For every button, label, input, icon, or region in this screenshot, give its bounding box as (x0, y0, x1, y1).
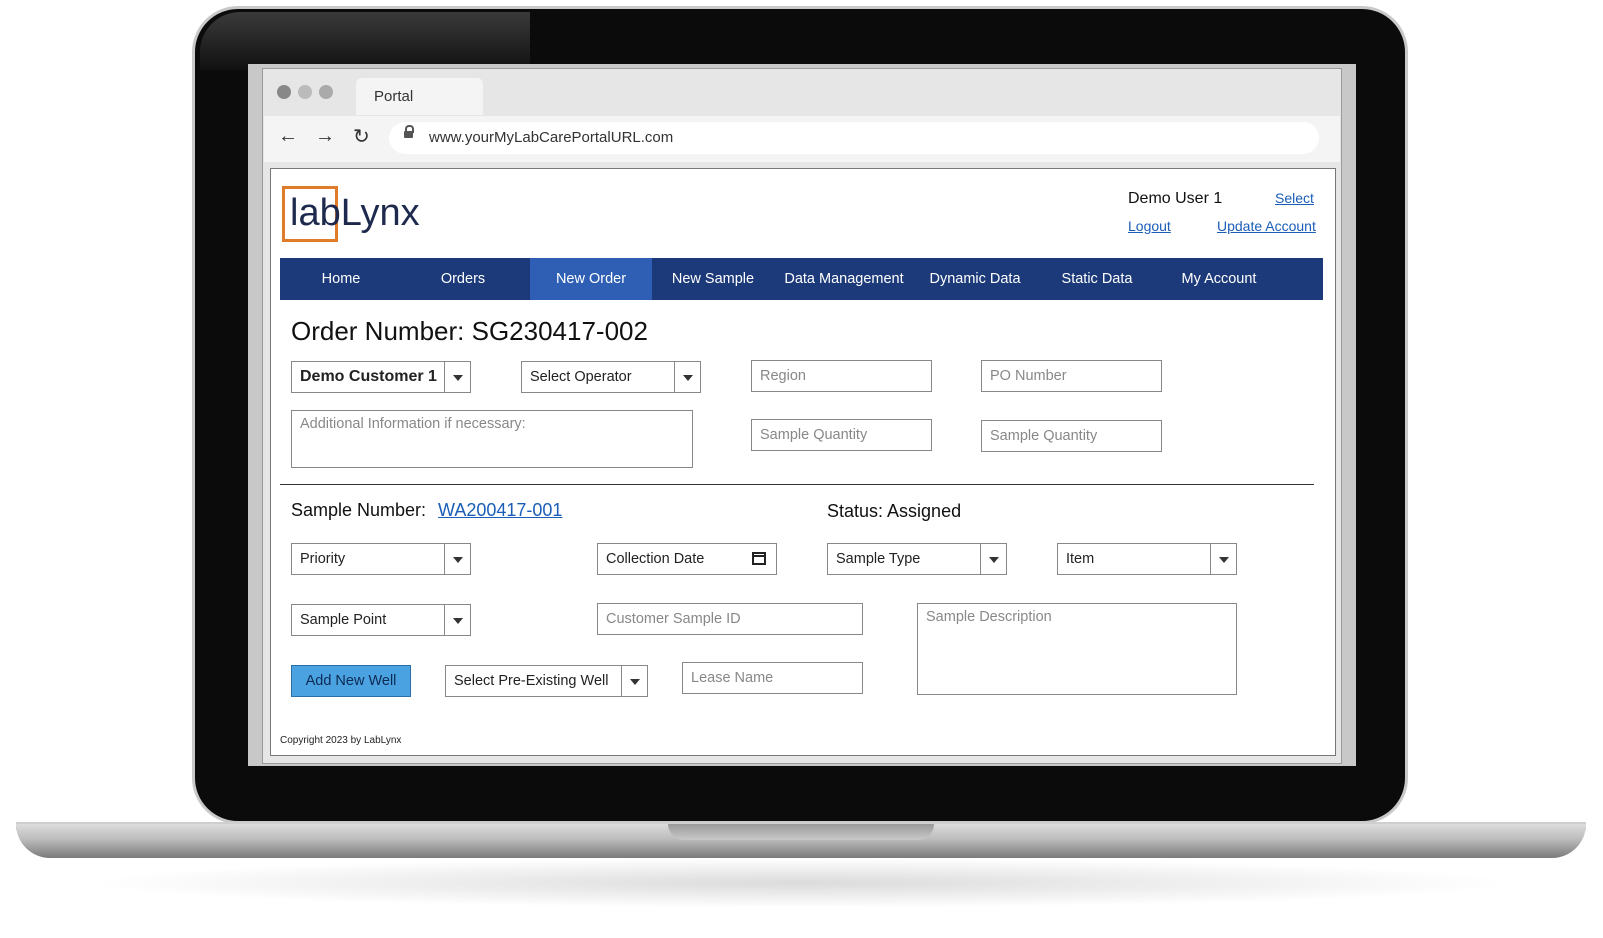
chevron-down-icon (980, 544, 1006, 574)
order-number-title: Order Number: SG230417-002 (291, 316, 648, 346)
window-minimize-dot[interactable] (298, 85, 312, 99)
laptop-lid-shine (200, 12, 530, 70)
customer-select[interactable]: Demo Customer 1 (291, 361, 471, 393)
sample-number-label: Sample Number: (291, 500, 427, 520)
sample-number-link[interactable]: WA200417-001 (438, 500, 562, 521)
lock-icon (404, 125, 414, 138)
priority-select[interactable]: Priority (291, 543, 471, 575)
window-maximize-dot[interactable] (319, 85, 333, 99)
sample-description-textarea[interactable]: Sample Description (917, 603, 1237, 695)
laptop-shadow (80, 858, 1520, 908)
nav-home[interactable]: Home (280, 258, 402, 300)
back-arrow-icon[interactable]: ← (278, 125, 298, 148)
preexisting-well-select-value: Select Pre-Existing Well (454, 673, 609, 689)
chevron-down-icon (444, 605, 470, 635)
laptop-notch (668, 824, 934, 840)
item-select[interactable]: Item (1057, 543, 1237, 575)
window-close-dot[interactable] (277, 85, 291, 99)
lablynx-logo: labLynx (290, 192, 420, 235)
collection-date-input[interactable]: Collection Date (597, 543, 777, 575)
chevron-down-icon (444, 362, 470, 392)
section-divider (280, 484, 1314, 485)
chevron-down-icon (444, 544, 470, 574)
add-new-well-button[interactable]: Add New Well (291, 665, 411, 697)
logo-part-lab: lab (290, 192, 341, 234)
preexisting-well-select[interactable]: Select Pre-Existing Well (445, 665, 648, 697)
logout-link[interactable]: Logout (1128, 218, 1171, 234)
logo-part-lynx: Lynx (340, 192, 420, 234)
user-name: Demo User 1 (1128, 190, 1223, 207)
reload-icon[interactable]: ↻ (353, 124, 370, 149)
nav-data-management[interactable]: Data Management (774, 258, 914, 300)
sample-quantity-input-1[interactable]: Sample Quantity (751, 419, 932, 451)
sample-quantity-input-2[interactable]: Sample Quantity (981, 420, 1162, 452)
address-bar[interactable]: www.yourMyLabCarePortalURL.com (389, 122, 1319, 154)
nav-my-account[interactable]: My Account (1158, 258, 1280, 300)
collection-date-value: Collection Date (606, 551, 705, 567)
forward-arrow-icon[interactable]: → (315, 125, 335, 148)
customer-sample-id-input[interactable]: Customer Sample ID (597, 603, 863, 635)
region-input[interactable]: Region (751, 360, 932, 392)
nav-new-sample[interactable]: New Sample (652, 258, 774, 300)
chevron-down-icon (674, 362, 700, 392)
lease-name-input[interactable]: Lease Name (682, 662, 863, 694)
customer-select-value: Demo Customer 1 (300, 368, 437, 385)
sample-type-select-value: Sample Type (836, 551, 921, 567)
sample-point-select[interactable]: Sample Point (291, 604, 471, 636)
copyright-footer: Copyright 2023 by LabLynx (280, 735, 402, 746)
nav-static-data[interactable]: Static Data (1036, 258, 1158, 300)
nav-orders[interactable]: Orders (402, 258, 524, 300)
sample-type-select[interactable]: Sample Type (827, 543, 1007, 575)
item-select-value: Item (1066, 551, 1095, 567)
operator-select-value: Select Operator (530, 369, 632, 385)
calendar-icon[interactable] (752, 552, 766, 565)
browser-tab[interactable]: Portal (356, 78, 483, 115)
nav-dynamic-data[interactable]: Dynamic Data (914, 258, 1036, 300)
sample-point-select-value: Sample Point (300, 612, 387, 628)
operator-select[interactable]: Select Operator (521, 361, 701, 393)
chevron-down-icon (1210, 544, 1236, 574)
priority-select-value: Priority (300, 551, 346, 567)
update-account-link[interactable]: Update Account (1217, 218, 1316, 234)
nav-new-order[interactable]: New Order (530, 258, 652, 300)
select-link[interactable]: Select (1275, 190, 1314, 206)
status-text: Status: Assigned (827, 501, 962, 521)
additional-info-textarea[interactable]: Additional Information if necessary: (291, 410, 693, 468)
po-number-input[interactable]: PO Number (981, 360, 1162, 392)
chevron-down-icon (621, 666, 647, 696)
